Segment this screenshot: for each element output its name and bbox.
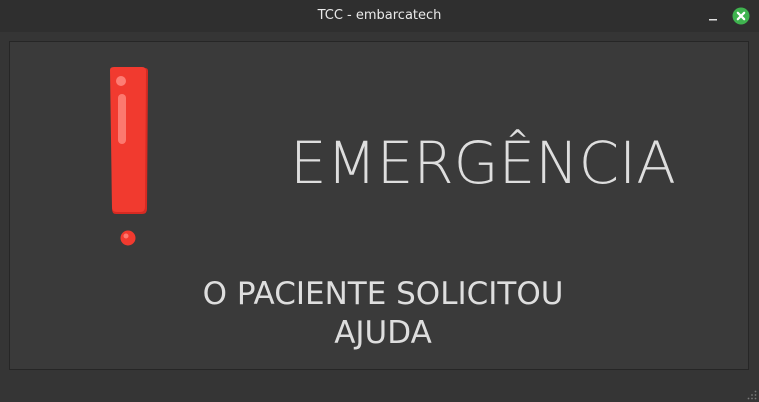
minimize-button[interactable] — [705, 8, 721, 24]
exclamation-icon — [110, 67, 148, 246]
resize-grip-icon[interactable] — [747, 390, 757, 400]
alert-message-line-2: AJUDA — [334, 315, 432, 351]
close-button[interactable] — [732, 7, 750, 25]
close-icon — [732, 7, 750, 25]
app-window: TCC - embarcatech EMERGÊNCIA O PACIENTE … — [0, 0, 759, 402]
emergency-panel: EMERGÊNCIA O PACIENTE SOLICITOU AJUDA — [9, 41, 749, 370]
alert-message: O PACIENTE SOLICITOU AJUDA — [160, 275, 606, 353]
minimize-icon — [709, 19, 717, 21]
alert-message-line-1: O PACIENTE SOLICITOU — [202, 276, 564, 312]
window-title: TCC - embarcatech — [317, 8, 442, 23]
emergency-headline: EMERGÊNCIA — [290, 129, 676, 197]
title-bar[interactable]: TCC - embarcatech — [0, 0, 759, 32]
window-content: EMERGÊNCIA O PACIENTE SOLICITOU AJUDA — [0, 32, 759, 402]
